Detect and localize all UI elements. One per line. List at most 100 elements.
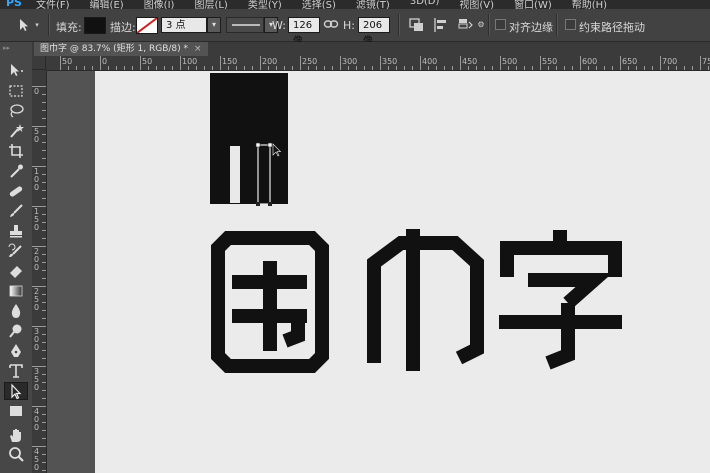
ruler-minor-tick [42, 430, 46, 431]
ruler-minor-tick [356, 66, 357, 70]
menu-select[interactable]: 选择(S) [302, 0, 336, 9]
ruler-label: 550 [542, 57, 558, 66]
path-select-preset-icon[interactable] [14, 16, 32, 34]
ruler-minor-tick [452, 66, 453, 70]
clone-stamp-tool-icon[interactable] [4, 222, 28, 240]
menu-edit[interactable]: 编辑(E) [90, 0, 124, 9]
document-canvas[interactable] [95, 71, 710, 473]
ruler-tick [380, 56, 381, 70]
align-edges-checkbox[interactable] [495, 19, 506, 30]
ruler-minor-tick [444, 66, 445, 70]
gear-icon[interactable]: ⚙ [476, 16, 486, 34]
ruler-minor-tick [372, 66, 373, 70]
ruler-minor-tick [116, 66, 117, 70]
ruler-minor-tick [92, 66, 93, 70]
ruler-label: 300 [34, 327, 40, 352]
stroke-swatch[interactable] [136, 17, 158, 34]
ruler-label: 250 [34, 287, 40, 312]
ruler-tick [420, 56, 421, 70]
ruler-minor-tick [42, 94, 46, 95]
ruler-minor-tick [548, 66, 549, 70]
ruler-minor-tick [316, 66, 317, 70]
ruler-minor-tick [42, 358, 46, 359]
ruler-minor-tick [42, 230, 46, 231]
gradient-tool-icon[interactable] [4, 282, 28, 300]
ruler-minor-tick [692, 66, 693, 70]
ruler-minor-tick [42, 182, 46, 183]
path-select-tool-icon[interactable] [4, 382, 28, 400]
ruler-minor-tick [652, 66, 653, 70]
width-label: W: [272, 19, 286, 32]
height-field[interactable]: 206 像 [358, 17, 390, 47]
menu-view[interactable]: 视图(V) [459, 0, 494, 9]
ruler-origin[interactable] [32, 56, 46, 70]
ruler-tick [500, 56, 501, 70]
menu-image[interactable]: 图像(I) [144, 0, 175, 9]
stroke-width-dropdown-icon[interactable]: ▾ [207, 17, 221, 33]
move-tool-icon[interactable] [4, 62, 28, 80]
zoom-tool-icon[interactable] [4, 446, 28, 464]
close-icon[interactable]: × [194, 44, 202, 54]
stroke-width-field[interactable]: 3 点 [161, 17, 207, 33]
ruler-minor-tick [428, 66, 429, 70]
dodge-tool-icon[interactable] [4, 322, 28, 340]
glyph-jin [367, 229, 484, 371]
eyedropper-tool-icon[interactable] [4, 162, 28, 180]
lasso-tool-icon[interactable] [4, 102, 28, 120]
ruler-tick [100, 56, 101, 70]
ruler-minor-tick [532, 66, 533, 70]
ruler-minor-tick [42, 454, 46, 455]
rectangle-shape-1[interactable] [210, 73, 288, 204]
document-tab[interactable]: 图巾字 @ 83.7% (矩形 1, RGB/8) * × [34, 42, 208, 56]
ruler-minor-tick [684, 66, 685, 70]
menu-help[interactable]: 帮助(H) [572, 0, 607, 9]
ruler-label: 50 [142, 57, 153, 66]
pen-tool-icon[interactable] [4, 342, 28, 360]
width-field[interactable]: 126 像 [288, 17, 320, 47]
eraser-tool-icon[interactable] [4, 262, 28, 280]
menu-layer[interactable]: 图层(L) [194, 0, 227, 9]
ruler-label: 450 [462, 57, 478, 66]
path-alignment-icon[interactable] [432, 16, 450, 34]
stroke-type-field[interactable] [226, 17, 264, 33]
fill-swatch[interactable] [84, 17, 106, 34]
ruler-minor-tick [404, 66, 405, 70]
panel-grip[interactable]: ▸▸ [3, 44, 29, 52]
quick-select-tool-icon[interactable] [4, 122, 28, 140]
constrain-path-label: 约束路径拖动 [579, 21, 645, 34]
type-tool-icon[interactable] [4, 362, 28, 380]
hand-tool-icon[interactable] [4, 426, 28, 444]
brush-tool-icon[interactable] [4, 202, 28, 220]
canvas-area[interactable] [47, 71, 710, 473]
ruler-minor-tick [42, 190, 46, 191]
ruler-minor-tick [42, 254, 46, 255]
blur-tool-icon[interactable] [4, 302, 28, 320]
marquee-tool-icon[interactable] [4, 82, 28, 100]
menu-3d[interactable]: 3D(D) [410, 0, 440, 9]
menu-window[interactable]: 窗口(W) [514, 0, 552, 9]
menu-type[interactable]: 类型(Y) [248, 0, 282, 9]
path-operations-icon[interactable] [408, 16, 426, 34]
constrain-path-checkbox[interactable] [565, 19, 576, 30]
ruler-minor-tick [42, 150, 46, 151]
crop-tool-icon[interactable] [4, 142, 28, 160]
menu-file[interactable]: 文件(F) [36, 0, 70, 9]
path-arrangement-icon[interactable] [456, 16, 474, 34]
ruler-minor-tick [516, 66, 517, 70]
ruler-minor-tick [42, 390, 46, 391]
preset-dropdown-icon[interactable]: ▾ [32, 16, 42, 34]
ruler-label: 350 [382, 57, 398, 66]
ruler-minor-tick [388, 66, 389, 70]
ruler-label: 500 [502, 57, 518, 66]
link-icon[interactable] [322, 16, 340, 34]
align-edges-label: 对齐边缘 [509, 21, 553, 34]
ruler-minor-tick [156, 66, 157, 70]
ruler-label: 150 [34, 207, 40, 232]
ruler-minor-tick [42, 238, 46, 239]
healing-tool-icon[interactable] [4, 182, 28, 200]
history-brush-tool-icon[interactable] [4, 242, 28, 260]
rectangle-tool-icon[interactable] [4, 402, 28, 420]
ruler-minor-tick [276, 66, 277, 70]
ruler-minor-tick [588, 66, 589, 70]
menu-filter[interactable]: 滤镜(T) [356, 0, 390, 9]
